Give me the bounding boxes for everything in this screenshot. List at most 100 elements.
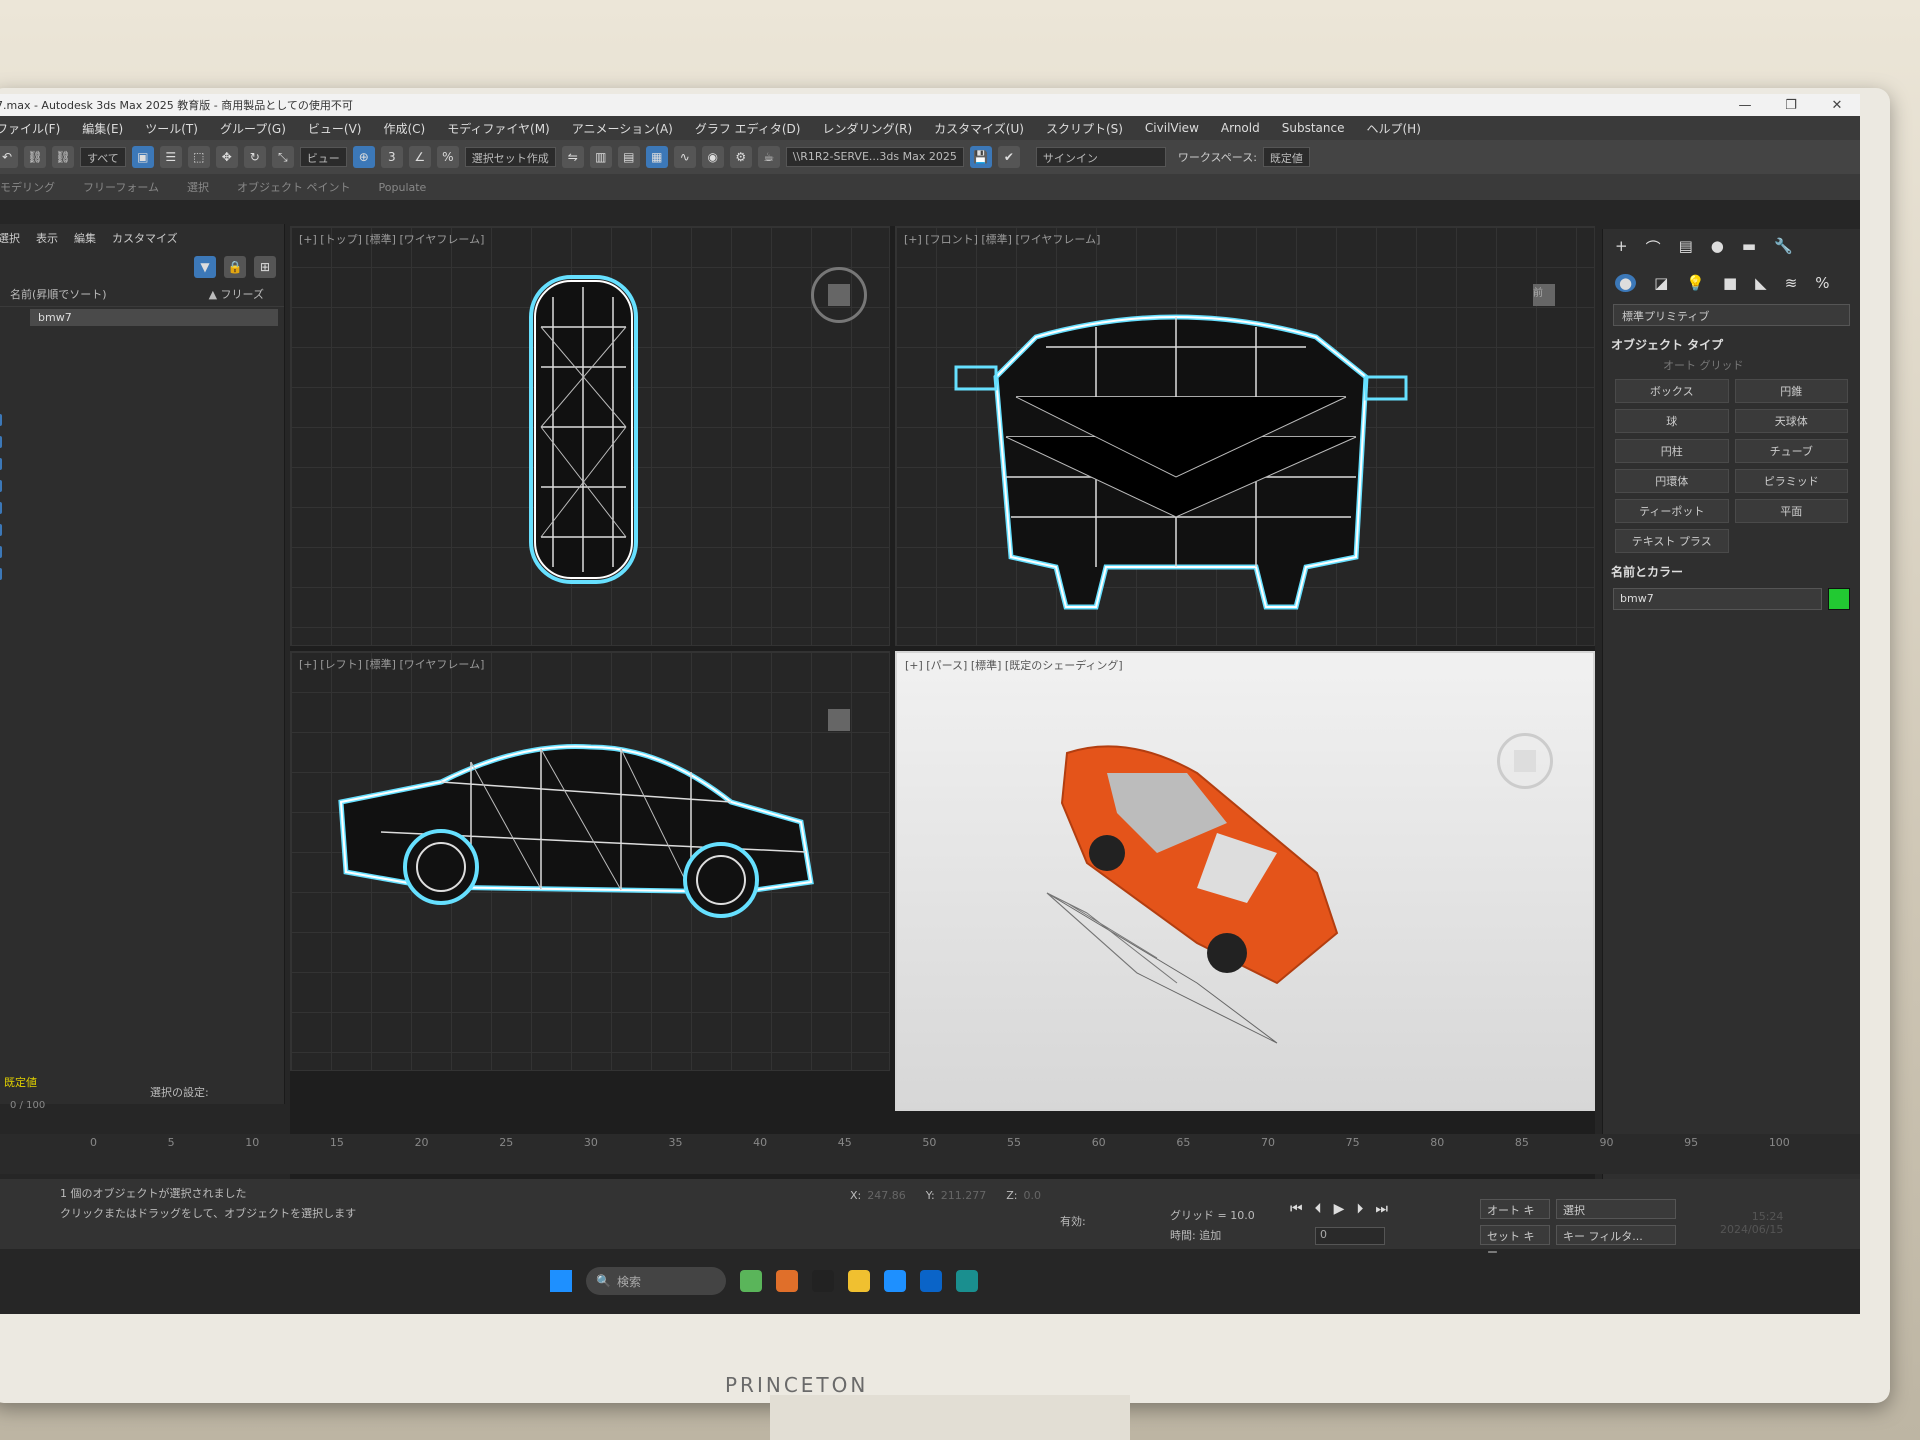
scene-object-row[interactable]: bmw7 <box>30 309 278 326</box>
hierarchy-tab-icon[interactable]: ▤ <box>1679 237 1693 258</box>
undo-icon[interactable]: ↶ <box>0 146 18 168</box>
ribbon-tab-populate[interactable]: Populate <box>379 181 427 194</box>
helpers-icon[interactable]: ◣ <box>1755 274 1767 292</box>
angle-snap-icon[interactable]: ∠ <box>408 146 431 168</box>
close-button[interactable]: ✕ <box>1814 98 1860 113</box>
lock-icon[interactable]: 🔒 <box>224 256 246 278</box>
snap-icon[interactable]: 3 <box>380 146 403 168</box>
file-explorer-icon[interactable] <box>848 1270 870 1292</box>
store-icon[interactable] <box>776 1270 798 1292</box>
textplus-button[interactable]: テキスト プラス <box>1615 529 1729 553</box>
car-front-wireframe[interactable] <box>896 227 1595 646</box>
display-lights-icon[interactable] <box>0 480 2 492</box>
filter-icon[interactable]: ▼ <box>194 256 216 278</box>
display-spacewarps-icon[interactable] <box>0 546 2 558</box>
menu-customize[interactable]: カスタマイズ(U) <box>934 120 1024 137</box>
ribbon-tab-selection[interactable]: 選択 <box>187 179 209 195</box>
modify-tab-icon[interactable]: ⌒ <box>1646 237 1661 258</box>
save-icon[interactable]: 💾 <box>969 146 992 168</box>
scene-explorer-icon[interactable]: ▦ <box>645 146 668 168</box>
category-dropdown[interactable]: 標準プリミティブ <box>1613 304 1850 326</box>
pyramid-button[interactable]: ピラミッド <box>1734 469 1848 493</box>
x-value[interactable]: 247.86 <box>867 1189 906 1202</box>
object-type-rollout[interactable]: オブジェクト タイプ <box>1611 336 1852 353</box>
geosphere-button[interactable]: 天球体 <box>1734 409 1848 433</box>
sphere-button[interactable]: 球 <box>1615 409 1729 433</box>
menu-scripting[interactable]: スクリプト(S) <box>1046 120 1123 137</box>
teapot-button[interactable]: ティーポット <box>1615 499 1729 523</box>
edge-icon[interactable] <box>884 1270 906 1292</box>
taskbar-search[interactable]: 🔍 検索 <box>586 1267 726 1295</box>
windows-start-icon[interactable] <box>550 1270 572 1292</box>
ribbon-tab-modeling[interactable]: モデリング <box>0 179 55 195</box>
mirror-icon[interactable]: ⇋ <box>561 146 584 168</box>
menu-tools[interactable]: ツール(T) <box>145 120 198 137</box>
menu-arnold[interactable]: Arnold <box>1221 121 1260 135</box>
viewport-top[interactable]: [+] [トップ] [標準] [ワイヤフレーム] <box>290 226 890 646</box>
y-coord[interactable]: Y: 211.277 <box>926 1189 986 1202</box>
next-frame-icon[interactable]: ⏵ <box>1356 1201 1363 1217</box>
display-groups-icon[interactable] <box>0 568 2 580</box>
menu-view[interactable]: ビュー(V) <box>308 120 362 137</box>
auto-grid-checkbox[interactable]: オート グリッド <box>1663 357 1860 373</box>
y-value[interactable]: 211.277 <box>941 1189 987 1202</box>
z-coord[interactable]: Z: 0.0 <box>1006 1189 1041 1202</box>
selection-filter-select[interactable]: すべて <box>80 147 126 167</box>
viewport-left[interactable]: [+] [レフト] [標準] [ワイヤフレーム] <box>290 651 890 1071</box>
3dsmax-app-icon[interactable] <box>956 1270 978 1292</box>
lights-icon[interactable]: 💡 <box>1686 274 1705 292</box>
menu-group[interactable]: グループ(G) <box>220 120 286 137</box>
car-shaded[interactable] <box>897 653 1595 1111</box>
display-tab-icon[interactable]: ▬ <box>1742 237 1756 258</box>
material-editor-icon[interactable]: ◉ <box>701 146 724 168</box>
menu-edit[interactable]: 編集(E) <box>82 120 123 137</box>
torus-button[interactable]: 円環体 <box>1615 469 1729 493</box>
reference-coord-select[interactable]: ビュー <box>299 147 347 167</box>
set-key-button[interactable]: セット キー <box>1480 1225 1550 1259</box>
unlink-icon[interactable]: ⛓ <box>52 146 74 168</box>
select-by-name-icon[interactable]: ☰ <box>159 146 182 168</box>
task-view-icon[interactable] <box>812 1270 834 1292</box>
render-setup-icon[interactable]: ⚙ <box>729 146 752 168</box>
x-coord[interactable]: X: 247.86 <box>850 1189 906 1202</box>
menu-substance[interactable]: Substance <box>1282 121 1345 135</box>
outlook-icon[interactable] <box>920 1270 942 1292</box>
tube-button[interactable]: チューブ <box>1734 439 1848 463</box>
selected-dropdown[interactable]: 選択 <box>1556 1199 1676 1219</box>
column-freeze[interactable]: ▲ フリーズ <box>209 286 264 302</box>
widgets-icon[interactable] <box>740 1270 762 1292</box>
previous-frame-icon[interactable]: ⏴ <box>1315 1201 1322 1217</box>
menu-animation[interactable]: アニメーション(A) <box>572 120 673 137</box>
se-tab-customize[interactable]: カスタマイズ <box>112 230 178 246</box>
minimize-button[interactable]: — <box>1722 98 1768 113</box>
auto-key-button[interactable]: オート キー <box>1480 1199 1550 1233</box>
percent-snap-icon[interactable]: % <box>436 146 459 168</box>
go-to-start-icon[interactable]: ⏮ <box>1290 1201 1303 1217</box>
name-color-rollout[interactable]: 名前とカラー <box>1611 563 1852 580</box>
play-icon[interactable]: ▶ <box>1334 1201 1345 1217</box>
project-path-select[interactable]: \\R1R2-SERVE...3ds Max 2025 <box>785 147 964 167</box>
named-selection-set-select[interactable]: 選択セット作成 <box>464 147 556 167</box>
utilities-tab-icon[interactable]: 🔧 <box>1774 237 1793 258</box>
workspace-select[interactable]: 既定値 <box>1262 147 1310 167</box>
display-shapes-icon[interactable] <box>0 458 2 470</box>
object-color-swatch[interactable] <box>1828 588 1850 610</box>
go-to-end-icon[interactable]: ⏭ <box>1375 1201 1388 1217</box>
cylinder-button[interactable]: 円柱 <box>1615 439 1729 463</box>
align-icon[interactable]: ▥ <box>589 146 612 168</box>
key-filters-button[interactable]: キー フィルタ... <box>1556 1225 1676 1245</box>
systems-icon[interactable]: % <box>1815 274 1829 292</box>
timeline[interactable]: 0 5 10 15 20 25 30 35 40 45 50 55 60 65 … <box>0 1134 1860 1174</box>
car-top-wireframe[interactable] <box>291 227 890 646</box>
create-tab-icon[interactable]: + <box>1615 237 1628 258</box>
se-tab-edit[interactable]: 編集 <box>74 230 96 246</box>
spacewarps-icon[interactable]: ≋ <box>1785 274 1798 292</box>
menu-file[interactable]: ファイル(F) <box>0 120 60 137</box>
ribbon-tab-freeform[interactable]: フリーフォーム <box>83 179 159 195</box>
display-helpers-icon[interactable] <box>0 524 2 536</box>
link-icon[interactable]: ⛓ <box>24 146 46 168</box>
hierarchy-icon[interactable]: ⊞ <box>254 256 276 278</box>
se-tab-select[interactable]: 選択 <box>0 230 20 246</box>
shapes-icon[interactable]: ◪ <box>1654 274 1668 292</box>
cameras-icon[interactable]: ■ <box>1723 274 1737 292</box>
